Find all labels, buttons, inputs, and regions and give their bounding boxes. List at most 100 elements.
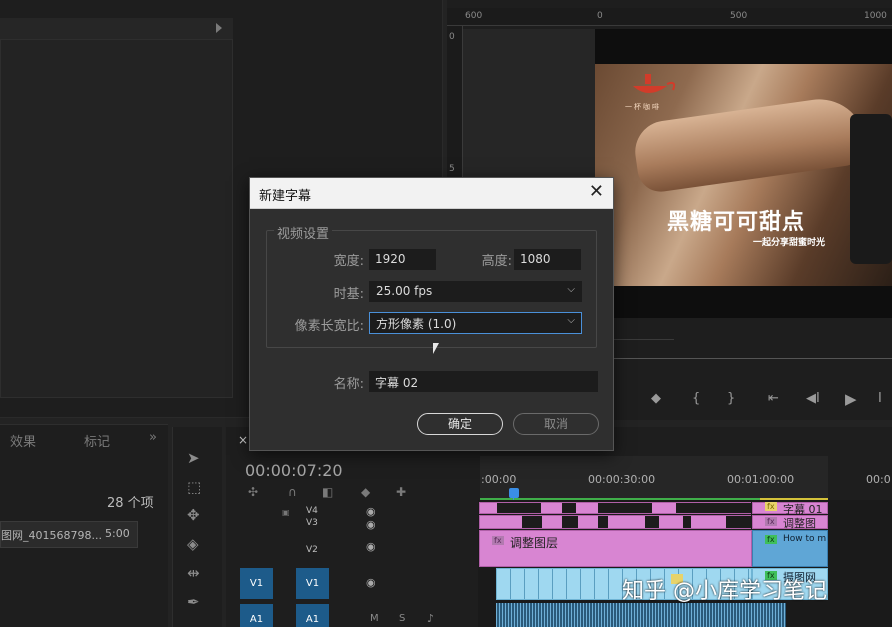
width-field[interactable]: 1920 [369,249,436,270]
play-icon[interactable]: ▶ [845,390,857,408]
video-scene-image: 一杯咖啡 黑糖可可甜点 一起分享甜蜜时光 [595,64,892,286]
ruler-t30: 00:00:30:00 [588,473,656,486]
ruler-t90: 00:0 [866,473,891,486]
clip-adjust-short[interactable]: fx 调整图 [752,515,828,530]
ruler-t0: :00:00 [481,473,517,486]
mark-out-icon[interactable]: } [727,391,735,406]
ruler-t60: 00:01:00:00 [727,473,795,486]
vruler-label-five: 5 [449,164,455,174]
app-window: 600 0 500 1000 0 5 一杯咖啡 黑糖可可甜点 一起分享甜蜜时光 [0,0,892,627]
settings-wrench-icon[interactable]: ✚ [396,485,406,499]
track-target-v1[interactable]: V1 [296,568,329,599]
play-triangle-icon[interactable] [216,23,222,33]
clip-howto[interactable]: fx How to m [752,530,828,567]
razor-tool-icon[interactable]: ◈ [187,535,199,553]
mute-button[interactable]: M [370,613,379,624]
name-label: 名称: [333,377,364,392]
source-patch-a1[interactable]: A1 [240,604,273,627]
monitor-zoom-dropdown[interactable] [612,322,674,340]
cancel-button[interactable]: 取消 [513,413,599,435]
source-panel-inner [0,18,233,398]
marker-icon[interactable]: ◆ [651,391,661,406]
snap-icon[interactable]: ∩ [288,485,297,499]
timeline-timecode[interactable]: 00:00:07:20 [245,461,343,480]
ruler-label-left: 600 [465,11,483,21]
eye-icon[interactable]: ◉ [366,540,376,553]
track-v2-label: V2 [306,545,318,555]
nest-icon[interactable]: ✣ [248,485,258,499]
ruler-label-right: 1000 [864,11,887,21]
clip-gap [497,503,541,513]
pixel-aspect-select[interactable]: 方形像素 (1.0) ⌵ [369,312,582,334]
add-marker-icon[interactable]: ◆ [361,485,370,499]
pixel-aspect-value: 方形像素 (1.0) [376,317,457,331]
lock-icon[interactable]: ▣ [282,508,290,517]
source-panel-header [0,18,233,40]
timeline-tab-close-icon[interactable]: × [238,433,248,447]
eye-icon[interactable]: ◉ [366,518,376,531]
track-select-tool-icon[interactable]: ⬚ [187,478,201,496]
ok-button[interactable]: 确定 [417,413,503,435]
chevron-down-icon: ⌵ [567,315,575,326]
monitor-ruler-vertical: 0 5 [447,26,463,186]
pixel-aspect-label: 像素长宽比: [294,319,364,334]
video-settings-label: 视频设置 [274,223,333,242]
selection-tool-icon[interactable]: ➤ [187,449,200,467]
step-back-icon[interactable]: ◀I [806,391,820,406]
tab-effects[interactable]: 效果 [10,431,36,450]
eye-icon[interactable]: ◉ [366,505,376,518]
clip-howto-label: How to m [783,534,827,544]
close-icon[interactable]: ✕ [589,182,604,202]
name-field[interactable]: 字幕 02 [369,371,598,392]
playhead[interactable] [509,488,519,498]
dialog-titlebar: 新建字幕 ✕ [250,178,613,209]
monitor-scrub-bar[interactable] [614,358,892,366]
track-v3-label: V3 [306,518,318,528]
width-label: 宽度: [333,254,364,269]
timeline-toolbar: ✣ ∩ ◧ ◆ ✚ [248,485,418,501]
step-forward-icon[interactable]: I [878,391,882,406]
project-list-row[interactable]: 图网_401568798... 5:00 [0,521,138,548]
fx-badge: fx [765,535,777,544]
clip-gap [683,516,691,528]
fx-badge: fx [765,502,777,511]
height-field[interactable]: 1080 [514,249,581,270]
video-subtitle-text: 一起分享甜蜜时光 [753,238,826,248]
ruler-label-zero: 0 [597,11,603,21]
clip-subtitle01[interactable]: fx 字幕 01 [752,502,828,516]
slip-tool-icon[interactable]: ⇹ [187,564,200,582]
clip-adjust-short-label: 调整图 [783,517,816,530]
clip-a1-audio[interactable] [496,603,786,627]
program-video-frame[interactable]: 一杯咖啡 黑糖可可甜点 一起分享甜蜜时光 [595,29,892,318]
pen-tool-icon[interactable]: ✒ [187,593,200,611]
item-count: 28 个项 [107,496,154,511]
panel-more-icon[interactable]: » [149,430,157,445]
timebase-select[interactable]: 25.00 fps ⌵ [369,281,582,302]
go-to-in-icon[interactable]: ⇤ [768,391,779,406]
solo-button[interactable]: S [399,613,405,624]
track-target-a1[interactable]: A1 [296,604,329,627]
clip-gap [562,516,578,528]
video-cup-shape [850,114,892,264]
clip-gap [522,516,542,528]
timeline-ruler[interactable]: :00:00 00:00:30:00 00:01:00:00 [480,456,828,501]
clip-v3-strip[interactable] [479,515,751,529]
logo-text: 一杯咖啡 [625,103,661,111]
tab-markers[interactable]: 标记 [84,431,110,450]
source-patch-v1[interactable]: V1 [240,568,273,599]
linked-selection-icon[interactable]: ◧ [322,485,333,499]
timebase-value: 25.00 fps [376,284,433,298]
clip-gap [598,516,608,528]
microphone-icon[interactable]: ♪ [427,612,434,625]
clip-gap [562,503,576,513]
ripple-edit-tool-icon[interactable]: ✥ [187,506,200,524]
video-title-text: 黑糖可可甜点 [667,210,806,235]
eye-icon[interactable]: ◉ [366,576,376,589]
mouse-cursor-icon [433,343,439,354]
project-item-duration: 5:00 [105,527,130,540]
project-item-name: 图网_401568798... [1,529,102,542]
clip-adjust-layer-label: 调整图层 [510,536,559,550]
clip-adjust-layer[interactable]: fx 调整图层 [479,530,752,567]
mark-in-icon[interactable]: { [692,391,700,406]
track-v4-label: V4 [306,506,318,516]
